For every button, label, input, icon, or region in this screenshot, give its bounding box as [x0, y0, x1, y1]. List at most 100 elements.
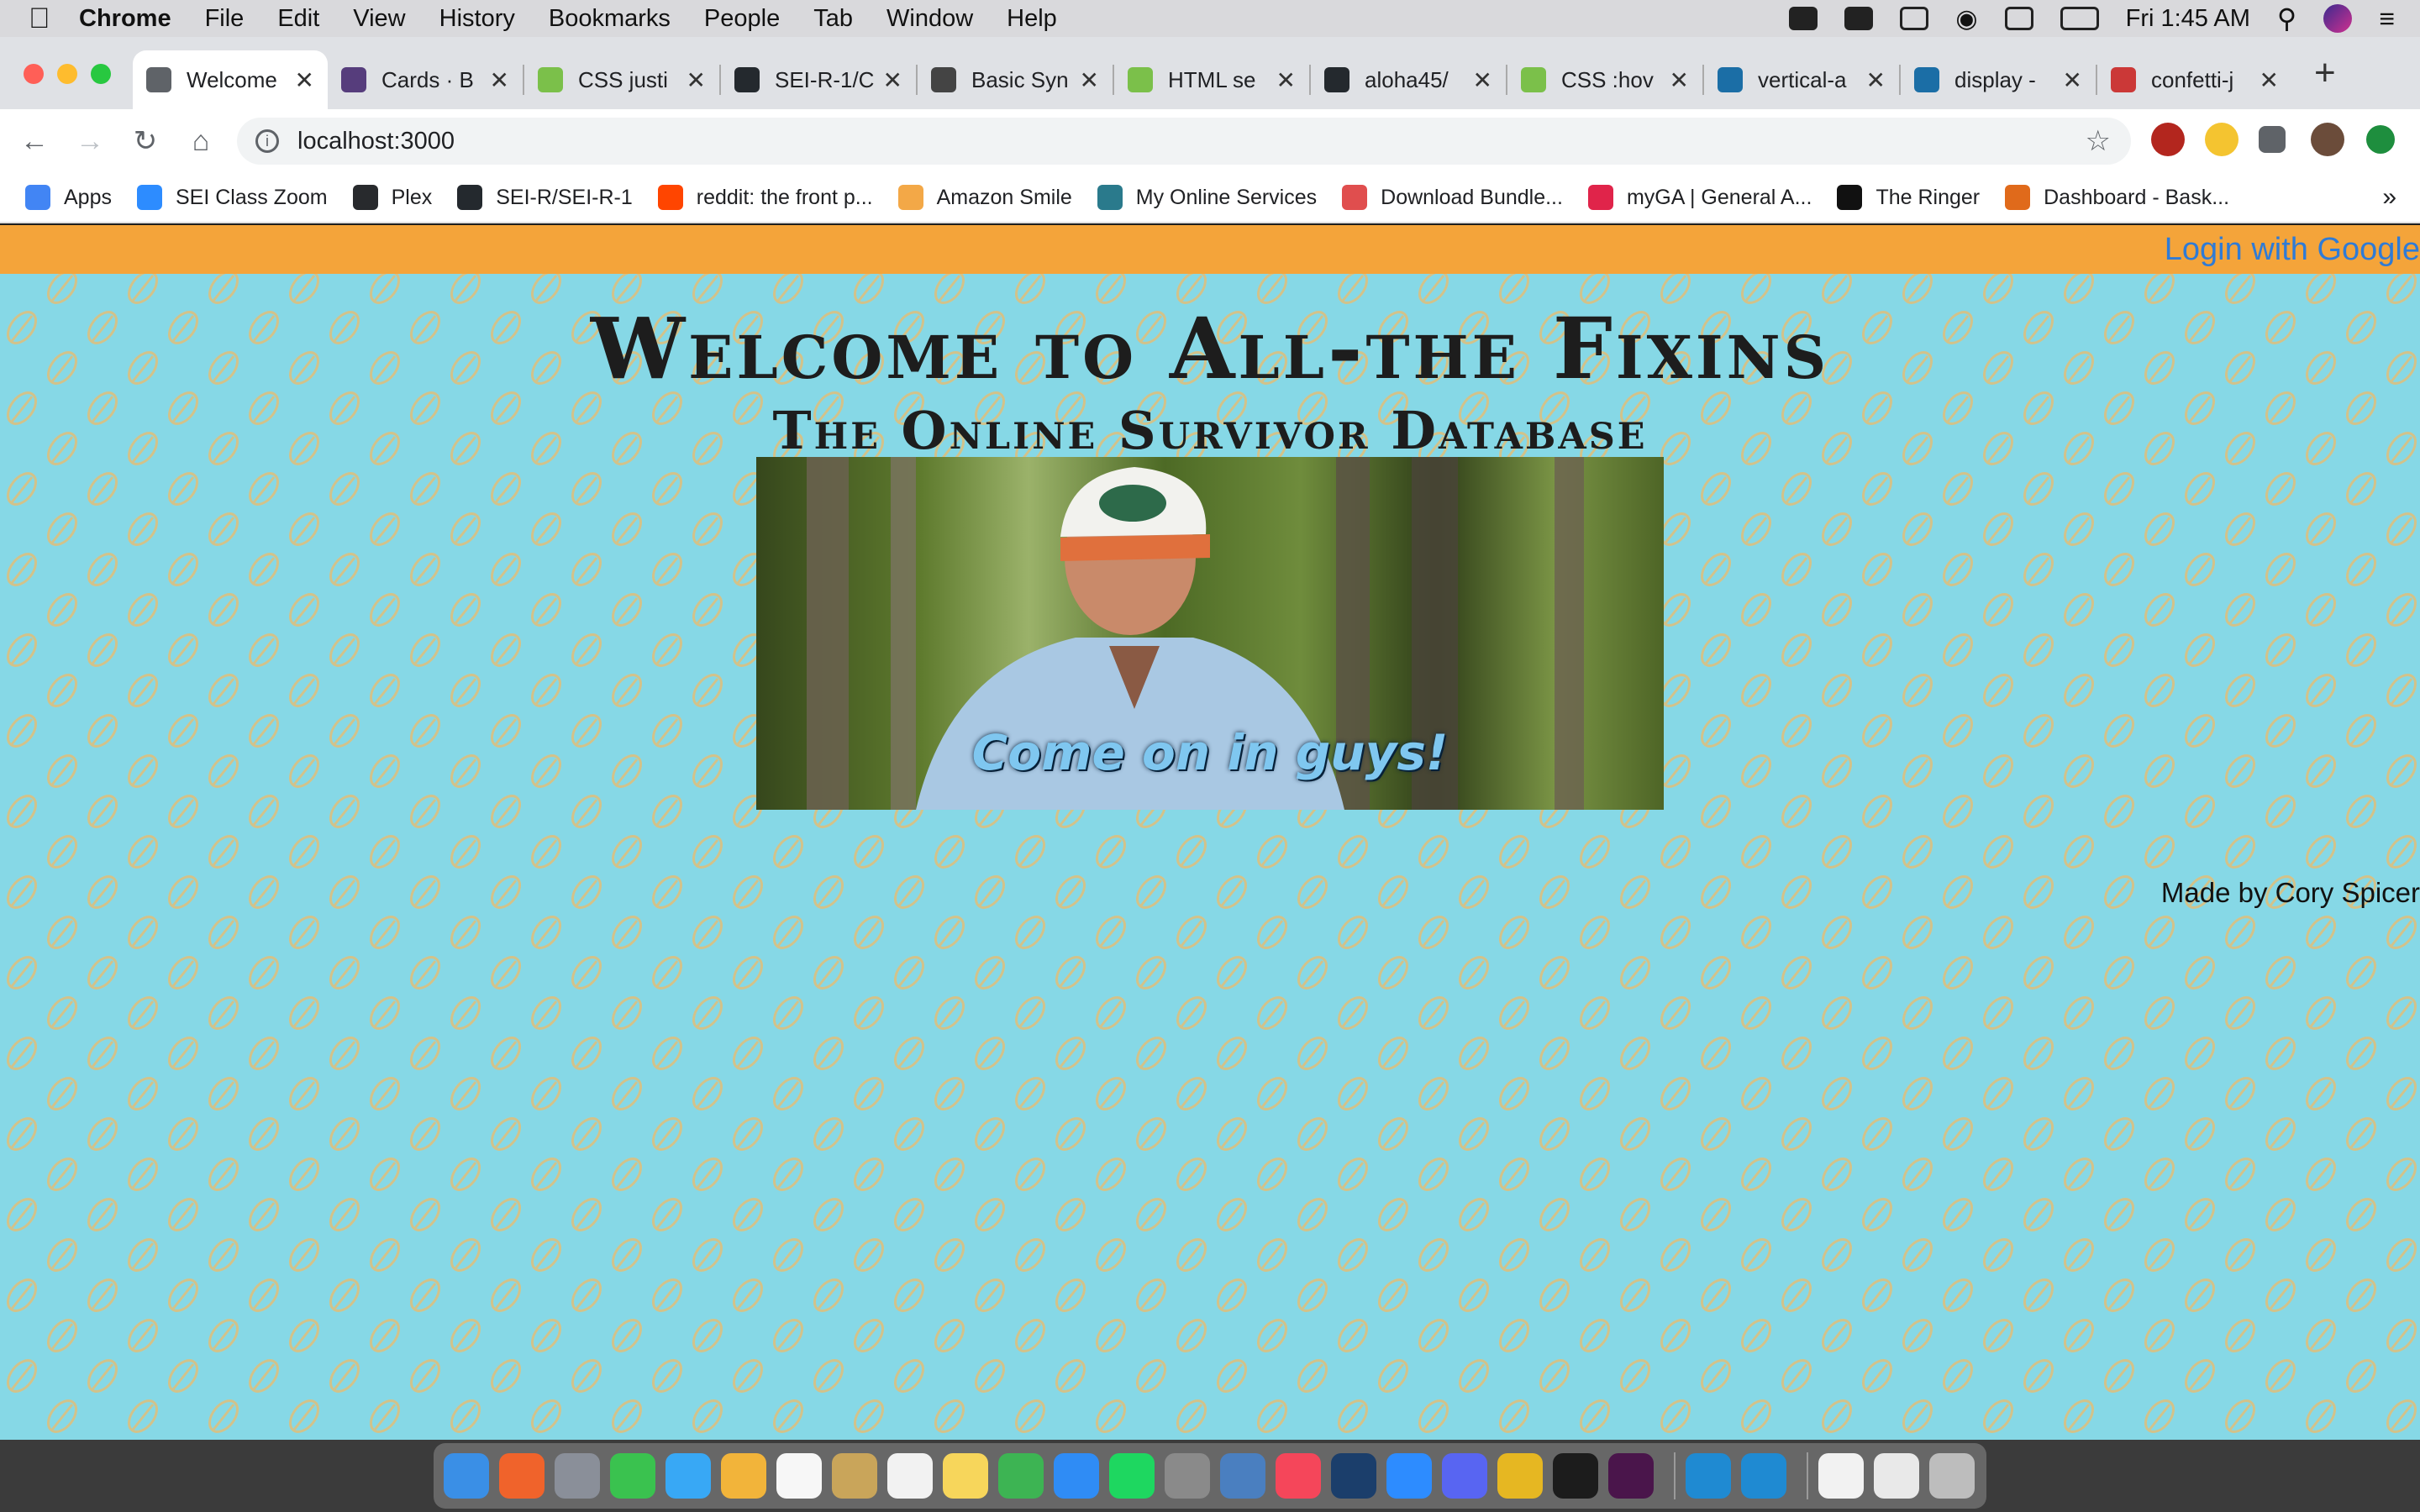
menu-people[interactable]: People: [704, 5, 780, 33]
bookmark-item[interactable]: My Online Services: [1097, 185, 1317, 210]
menu-view[interactable]: View: [353, 5, 405, 33]
update-icon[interactable]: [2366, 125, 2395, 154]
chrome-icon[interactable]: [1497, 1453, 1543, 1499]
bookmark-item[interactable]: reddit: the front p...: [657, 185, 873, 210]
home-icon[interactable]: ⌂: [187, 125, 215, 158]
bookmark-item[interactable]: SEI-R/SEI-R-1: [457, 185, 633, 210]
menu-history[interactable]: History: [439, 5, 515, 33]
menu-window[interactable]: Window: [886, 5, 973, 33]
bookmark-item[interactable]: Apps: [25, 185, 112, 210]
site-info-icon[interactable]: i: [255, 129, 279, 153]
numbers-icon[interactable]: [998, 1453, 1044, 1499]
close-tab-icon[interactable]: ✕: [2063, 66, 2082, 94]
wifi-icon[interactable]: ◉: [1955, 4, 1977, 34]
extensions-puzzle-icon[interactable]: [2259, 126, 2286, 153]
reload-icon[interactable]: ↻: [131, 124, 160, 158]
bookmark-item[interactable]: Amazon Smile: [897, 185, 1072, 210]
new-tab-button[interactable]: +: [2314, 52, 2336, 94]
address-bar-url[interactable]: localhost:3000: [297, 128, 455, 155]
forward-arrow-icon[interactable]: →: [76, 125, 104, 158]
vscode-insiders-icon[interactable]: [1741, 1453, 1786, 1499]
menu-bookmarks[interactable]: Bookmarks: [549, 5, 671, 33]
vscode-icon[interactable]: [1686, 1453, 1731, 1499]
browser-tab[interactable]: SEI-R-1/C ✕: [721, 50, 916, 109]
system-preferences-icon[interactable]: [1165, 1453, 1210, 1499]
photos-icon[interactable]: [721, 1453, 766, 1499]
launchpad-icon[interactable]: [555, 1453, 600, 1499]
trash-icon[interactable]: [1929, 1453, 1975, 1499]
close-tab-icon[interactable]: ✕: [1866, 66, 1886, 94]
bookmark-star-icon[interactable]: ☆: [2086, 124, 2111, 158]
browser-tab[interactable]: Cards · B ✕: [328, 50, 523, 109]
spotlight-search-icon[interactable]: ⚲: [2277, 3, 2296, 34]
close-tab-icon[interactable]: ✕: [883, 66, 902, 94]
browser-tab[interactable]: Welcome ✕: [133, 50, 328, 109]
document-icon[interactable]: [1874, 1453, 1919, 1499]
menu-clock[interactable]: Fri 1:45 AM: [2126, 5, 2250, 33]
bookmarks-overflow-icon[interactable]: »: [2382, 183, 2396, 212]
textedit-icon[interactable]: [1818, 1453, 1864, 1499]
browser-tab[interactable]: CSS justi ✕: [524, 50, 719, 109]
terminal-icon[interactable]: [1553, 1453, 1598, 1499]
browser-tab[interactable]: display - ✕: [1901, 50, 2096, 109]
close-tab-icon[interactable]: ✕: [687, 66, 706, 94]
bookmark-item[interactable]: Plex: [352, 185, 432, 210]
steam-icon[interactable]: [1331, 1453, 1376, 1499]
discord-icon[interactable]: [1442, 1453, 1487, 1499]
close-tab-icon[interactable]: ✕: [490, 66, 509, 94]
close-tab-icon[interactable]: ✕: [1080, 66, 1099, 94]
notification-center-icon[interactable]: ≡: [2379, 3, 2395, 34]
menu-file[interactable]: File: [205, 5, 245, 33]
spotify-icon[interactable]: [1109, 1453, 1155, 1499]
bookmark-item[interactable]: myGA | General A...: [1587, 185, 1812, 210]
airplay-icon[interactable]: [1900, 7, 1929, 30]
camera-icon[interactable]: [1789, 7, 1818, 30]
menu-edit[interactable]: Edit: [277, 5, 319, 33]
browser-tab[interactable]: HTML se ✕: [1114, 50, 1309, 109]
notebook-icon[interactable]: [832, 1453, 877, 1499]
minimize-window-button[interactable]: [57, 64, 77, 84]
browser-tab[interactable]: Basic Syn ✕: [918, 50, 1113, 109]
zoom-icon[interactable]: [1386, 1453, 1432, 1499]
back-arrow-icon[interactable]: ←: [20, 125, 49, 158]
close-tab-icon[interactable]: ✕: [1276, 66, 1296, 94]
menu-tab[interactable]: Tab: [813, 5, 853, 33]
reminders-icon[interactable]: [887, 1453, 933, 1499]
battery-icon[interactable]: [2060, 7, 2099, 30]
calendar-icon[interactable]: [776, 1453, 822, 1499]
login-with-google-link[interactable]: Login with Google: [2165, 232, 2420, 268]
close-tab-icon[interactable]: ✕: [1670, 66, 1689, 94]
extension-b-icon[interactable]: [2151, 123, 2185, 156]
apple-menu-icon[interactable]: : [29, 3, 79, 35]
zoom-window-button[interactable]: [91, 64, 111, 84]
extension-hand-icon[interactable]: [2205, 123, 2238, 156]
close-window-button[interactable]: [24, 64, 44, 84]
bookmark-item[interactable]: Download Bundle...: [1342, 185, 1563, 210]
brave-icon[interactable]: [499, 1453, 544, 1499]
close-tab-icon[interactable]: ✕: [295, 66, 314, 94]
bookmark-item[interactable]: SEI Class Zoom: [136, 185, 328, 210]
slack-icon[interactable]: [1608, 1453, 1654, 1499]
app-store-icon[interactable]: [1054, 1453, 1099, 1499]
browser-tab[interactable]: vertical-a ✕: [1704, 50, 1899, 109]
facetime-icon[interactable]: [610, 1453, 655, 1499]
menu-help[interactable]: Help: [1007, 5, 1057, 33]
close-tab-icon[interactable]: ✕: [1473, 66, 1492, 94]
bookmark-item[interactable]: Dashboard - Bask...: [2005, 185, 2229, 210]
menu-app-name[interactable]: Chrome: [79, 5, 171, 33]
preview-icon[interactable]: [1220, 1453, 1265, 1499]
messages-icon[interactable]: [666, 1453, 711, 1499]
browser-tab[interactable]: aloha45/ ✕: [1311, 50, 1506, 109]
browser-tab[interactable]: CSS :hov ✕: [1507, 50, 1702, 109]
bookmark-item[interactable]: The Ringer: [1837, 185, 1980, 210]
keyboard-icon[interactable]: [2004, 7, 2033, 30]
finder-icon[interactable]: [444, 1453, 489, 1499]
browser-tab[interactable]: confetti-j ✕: [2097, 50, 2292, 109]
display-icon[interactable]: [1844, 7, 1874, 30]
siri-icon[interactable]: [2323, 4, 2353, 33]
address-bar[interactable]: i localhost:3000 ☆: [237, 118, 2131, 165]
profile-avatar[interactable]: [2311, 123, 2344, 156]
close-tab-icon[interactable]: ✕: [2260, 66, 2279, 94]
news-icon[interactable]: [1276, 1453, 1321, 1499]
notes-icon[interactable]: [943, 1453, 988, 1499]
